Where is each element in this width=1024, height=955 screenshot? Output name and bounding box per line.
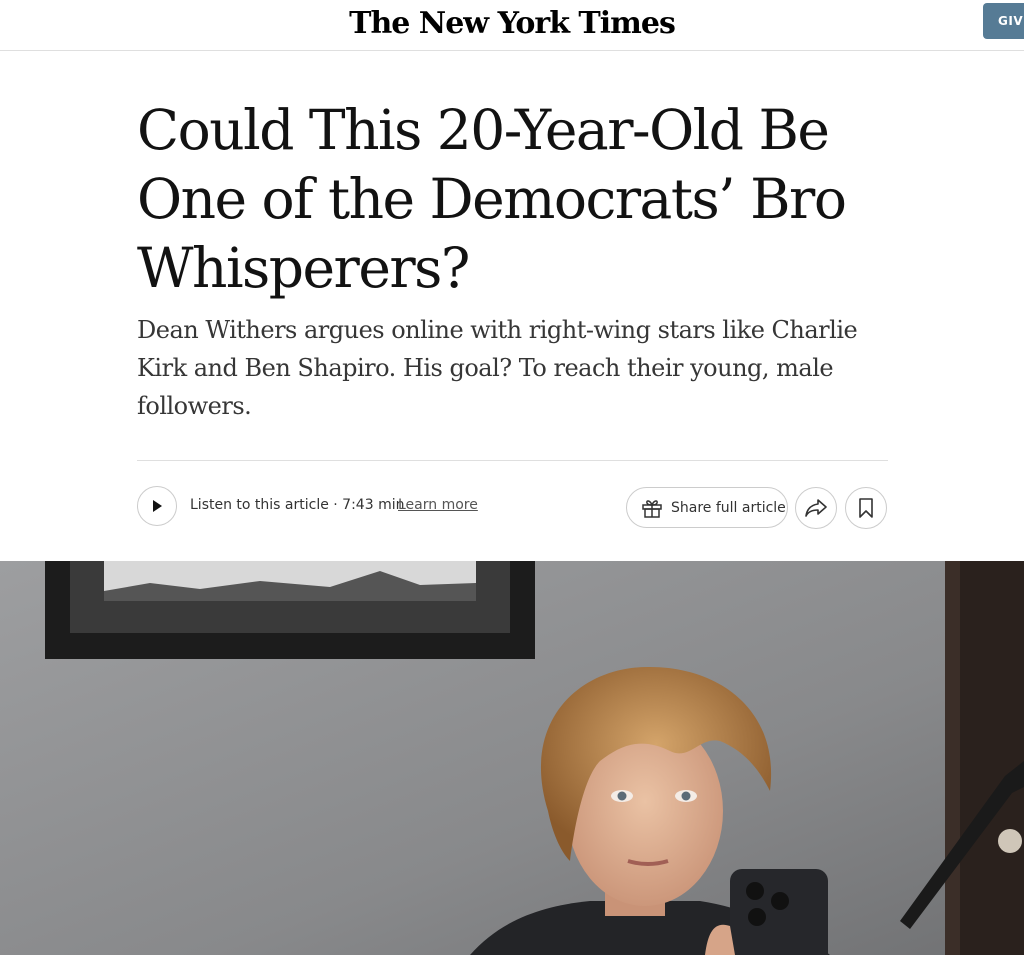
- share-full-article-label: Share full article: [671, 499, 786, 516]
- nyt-logo[interactable]: The New York Times: [0, 4, 1024, 44]
- listen-label: Listen to this article · 7:43 min: [190, 497, 405, 513]
- bookmark-icon: [859, 498, 873, 518]
- article-headline: Could This 20-Year-Old Be One of the Dem…: [137, 98, 847, 300]
- play-audio-button[interactable]: [137, 486, 177, 526]
- lead-photo-image: [0, 561, 1024, 955]
- share-full-article-button[interactable]: Share full article: [626, 487, 788, 528]
- share-icon: [805, 499, 827, 517]
- give-button[interactable]: GIVE: [983, 3, 1024, 39]
- gift-icon: [642, 499, 662, 518]
- play-icon: [153, 500, 162, 512]
- masthead: The New York Times GIVE: [0, 0, 1024, 51]
- article-summary: Dean Withers argues online with right-wi…: [137, 316, 858, 420]
- learn-more-link[interactable]: Learn more: [398, 497, 478, 513]
- share-button[interactable]: [795, 487, 837, 529]
- save-button[interactable]: [845, 487, 887, 529]
- lead-photo: [0, 561, 1024, 955]
- divider: [137, 460, 888, 461]
